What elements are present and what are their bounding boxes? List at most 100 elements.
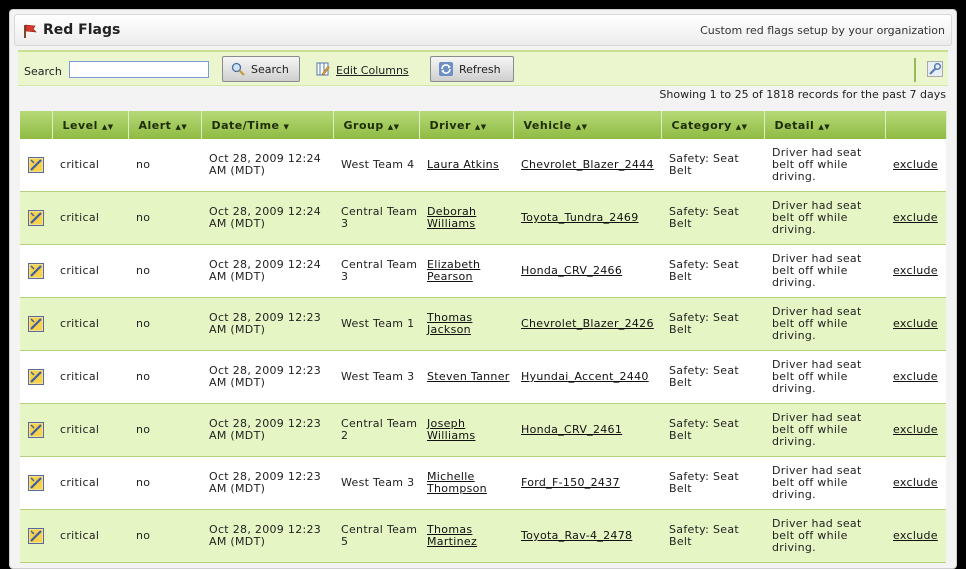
category-cell: Safety: Seat Belt (661, 509, 764, 563)
row-icon-cell (20, 456, 52, 510)
group-cell: Central Team 3 (333, 244, 419, 298)
exclude-link[interactable]: exclude (893, 211, 938, 224)
header-datetime[interactable]: Date/Time ▼ (201, 111, 334, 139)
vehicle-link[interactable]: Toyota_Rav-4_2478 (521, 529, 632, 542)
header-detail[interactable]: Detail ▲▼ (764, 111, 886, 139)
driver-cell: Thomas Jackson (419, 297, 513, 351)
magnifier-icon (231, 62, 245, 76)
wrench-icon[interactable] (927, 61, 943, 77)
header-driver[interactable]: Driver ▲▼ (419, 111, 514, 139)
header-vehicle[interactable]: Vehicle ▲▼ (513, 111, 662, 139)
alert-cell: no (128, 403, 201, 457)
datetime-cell: Oct 28, 2009 12:23 AM (MDT) (201, 456, 333, 510)
driver-link[interactable]: Steven Tanner (427, 370, 510, 383)
exclude-link[interactable]: exclude (893, 423, 938, 436)
vehicle-cell: Hyundai_Accent_2440 (513, 350, 661, 404)
category-cell: Safety: Seat Belt (661, 139, 764, 192)
exclude-link[interactable]: exclude (893, 158, 938, 171)
category-cell: Safety: Seat Belt (661, 456, 764, 510)
row-icon-cell (20, 297, 52, 351)
exclude-link[interactable]: exclude (893, 529, 938, 542)
panel-header: Red Flags Custom red flags setup by your… (14, 14, 952, 46)
row-icon-cell (20, 403, 52, 457)
search-input[interactable] (69, 61, 209, 78)
row-icon-cell (20, 509, 52, 563)
refresh-button[interactable]: Refresh (430, 56, 514, 82)
level-cell: critical (52, 244, 128, 298)
row-icon-cell (20, 350, 52, 404)
datetime-cell: Oct 28, 2009 12:23 AM (MDT) (201, 350, 333, 404)
table-row: critical no Oct 28, 2009 12:23 AM (MDT) … (20, 509, 946, 563)
header-level[interactable]: Level ▲▼ (52, 111, 129, 139)
seatbelt-event-icon[interactable] (28, 210, 44, 226)
header-alert[interactable]: Alert ▲▼ (128, 111, 202, 139)
exclude-link[interactable]: exclude (893, 317, 938, 330)
vehicle-link[interactable]: Chevrolet_Blazer_2426 (521, 317, 654, 330)
table-row: critical no Oct 28, 2009 12:23 AM (MDT) … (20, 456, 946, 510)
action-cell: exclude (885, 191, 946, 245)
exclude-link[interactable]: exclude (893, 370, 938, 383)
vehicle-cell: Toyota_Tundra_2469 (513, 191, 661, 245)
seatbelt-event-icon[interactable] (28, 422, 44, 438)
action-cell: exclude (885, 139, 946, 192)
seatbelt-event-icon[interactable] (28, 369, 44, 385)
red-flags-panel: Red Flags Custom red flags setup by your… (9, 9, 957, 569)
driver-link[interactable]: Laura Atkins (427, 158, 499, 171)
sort-icon: ▲▼ (387, 122, 400, 131)
vehicle-cell: Honda_CRV_2461 (513, 403, 661, 457)
level-cell: critical (52, 139, 128, 192)
driver-link[interactable]: Deborah Williams (427, 205, 476, 230)
driver-cell: Michelle Thompson (419, 456, 513, 510)
exclude-link[interactable]: exclude (893, 264, 938, 277)
vehicle-link[interactable]: Hyundai_Accent_2440 (521, 370, 649, 383)
seatbelt-event-icon[interactable] (28, 263, 44, 279)
level-cell: critical (52, 403, 128, 457)
seatbelt-event-icon[interactable] (28, 316, 44, 332)
group-cell: Central Team 2 (333, 403, 419, 457)
category-cell: Safety: Seat Belt (661, 403, 764, 457)
page-subtitle: Custom red flags setup by your organizat… (700, 24, 945, 37)
seatbelt-event-icon[interactable] (28, 475, 44, 491)
table-row: critical no Oct 28, 2009 12:23 AM (MDT) … (20, 297, 946, 351)
driver-cell: Joseph Williams (419, 403, 513, 457)
sort-icon: ▲▼ (101, 122, 114, 131)
driver-link[interactable]: Elizabeth Pearson (427, 258, 480, 283)
row-icon-cell (20, 139, 52, 192)
alert-cell: no (128, 139, 201, 192)
level-cell: critical (52, 350, 128, 404)
sort-desc-icon: ▼ (283, 122, 290, 131)
sort-icon: ▲▼ (474, 122, 487, 131)
sort-icon: ▲▼ (175, 122, 188, 131)
header-driver-label: Driver (429, 118, 471, 132)
level-cell: critical (52, 509, 128, 563)
action-cell: exclude (885, 297, 946, 351)
header-vehicle-label: Vehicle (523, 118, 572, 132)
vehicle-link[interactable]: Honda_CRV_2466 (521, 264, 622, 277)
detail-cell: Driver had seat belt off while driving. (764, 350, 885, 404)
datetime-cell: Oct 28, 2009 12:23 AM (MDT) (201, 403, 333, 457)
sort-icon: ▲▼ (735, 122, 748, 131)
vehicle-link[interactable]: Toyota_Tundra_2469 (521, 211, 639, 224)
action-cell: exclude (885, 350, 946, 404)
vehicle-link[interactable]: Chevrolet_Blazer_2444 (521, 158, 654, 171)
search-button[interactable]: Search (222, 56, 300, 82)
refresh-icon (439, 62, 453, 76)
driver-link[interactable]: Thomas Martinez (427, 523, 477, 548)
driver-link[interactable]: Joseph Williams (427, 417, 475, 442)
driver-link[interactable]: Thomas Jackson (427, 311, 472, 336)
category-cell: Safety: Seat Belt (661, 244, 764, 298)
detail-cell: Driver had seat belt off while driving. (764, 509, 885, 563)
alert-cell: no (128, 456, 201, 510)
vehicle-cell: Honda_CRV_2466 (513, 244, 661, 298)
seatbelt-event-icon[interactable] (28, 157, 44, 173)
vehicle-link[interactable]: Honda_CRV_2461 (521, 423, 622, 436)
header-group[interactable]: Group ▲▼ (333, 111, 420, 139)
driver-link[interactable]: Michelle Thompson (427, 470, 487, 495)
exclude-link[interactable]: exclude (893, 476, 938, 489)
seatbelt-event-icon[interactable] (28, 528, 44, 544)
vehicle-link[interactable]: Ford_F-150_2437 (521, 476, 620, 489)
header-category[interactable]: Category ▲▼ (661, 111, 765, 139)
group-cell: West Team 1 (333, 297, 419, 351)
table-row: critical no Oct 28, 2009 12:24 AM (MDT) … (20, 139, 946, 192)
group-cell: West Team 3 (333, 350, 419, 404)
